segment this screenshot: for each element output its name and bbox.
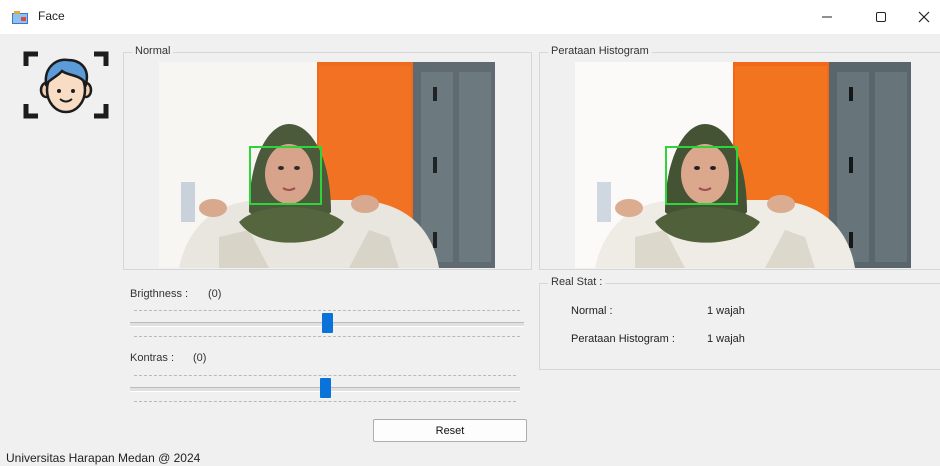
status-text: Universitas Harapan Medan @ 2024 [6,451,201,465]
normal-panel-title: Normal [132,45,174,57]
reset-button[interactable]: Reset [373,419,527,442]
realstat-panel-title: Real Stat : [548,276,606,288]
contrast-thumb[interactable] [320,378,331,398]
close-button[interactable] [912,0,940,34]
stat-equalized-label: Perataan Histogram : [571,333,675,345]
face-app-icon [12,11,28,24]
window-title: Face [38,9,65,23]
contrast-ticks-top [134,375,516,376]
brightness-ticks-bottom [134,336,520,337]
contrast-value: (0) [193,352,207,364]
status-bar: Universitas Harapan Medan @ 2024 [0,449,940,466]
contrast-slider[interactable] [130,371,520,405]
stat-normal-label: Normal : [571,305,613,317]
realstat-panel: Real Stat : [539,276,940,370]
minimize-icon [822,16,832,18]
stat-normal-value: 1 wajah [707,305,745,317]
maximize-icon [876,12,886,22]
brightness-label: Brigthness : [130,288,189,300]
equalized-panel-title: Perataan Histogram [548,45,652,57]
contrast-ticks-bottom [134,401,516,402]
equalized-camera-view [575,62,911,268]
maximize-button[interactable] [858,0,904,34]
stat-equalized-value: 1 wajah [707,333,745,345]
face-scan-logo-icon [23,51,109,119]
brightness-slider[interactable] [130,306,524,340]
close-icon [918,11,930,23]
title-bar: Face [0,0,940,34]
minimize-button[interactable] [804,0,850,34]
contrast-label: Kontras : [130,352,175,364]
normal-camera-view [159,62,495,268]
brightness-value: (0) [208,288,222,300]
brightness-ticks-top [134,310,520,311]
brightness-thumb[interactable] [322,313,333,333]
